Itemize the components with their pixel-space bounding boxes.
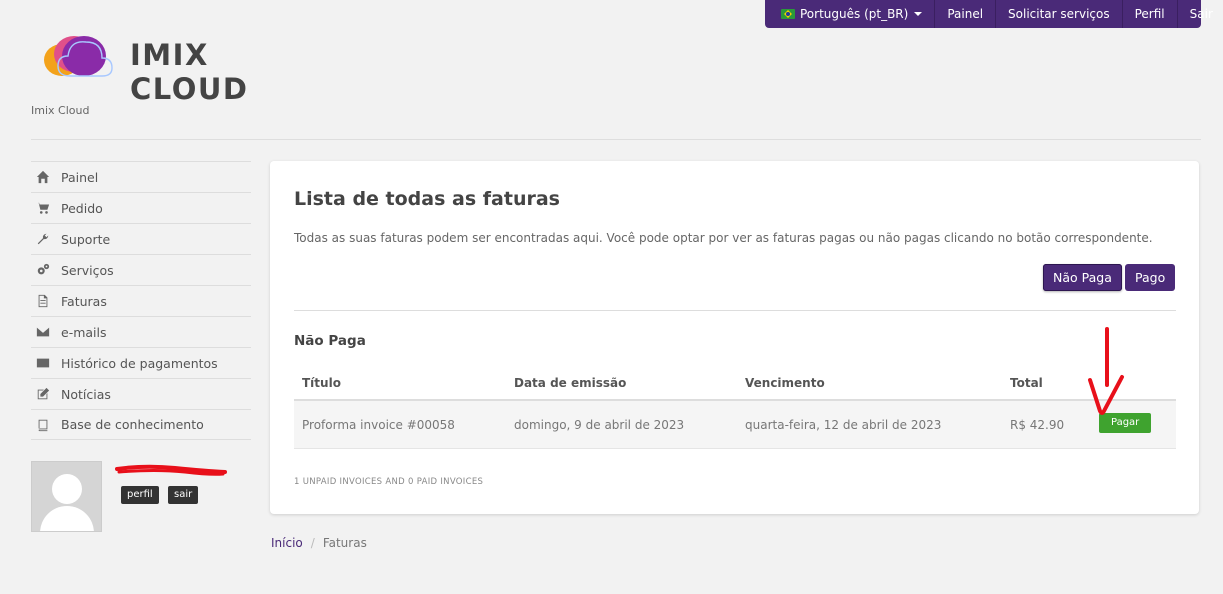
logo-text: IMIX CLOUD	[130, 38, 249, 106]
sidebar-item-base-conhecimento[interactable]: Base de conhecimento	[31, 409, 251, 440]
header-title: Título	[302, 376, 341, 390]
invoice-total: R$ 42.90	[1010, 417, 1065, 432]
table-header: Título Data de emissão Vencimento Total	[294, 367, 1176, 401]
sidebar-item-label: Base de conhecimento	[61, 417, 204, 432]
header-total: Total	[1010, 376, 1043, 390]
sidebar-item-servicos[interactable]: Serviços	[31, 254, 251, 285]
credit-card-icon	[34, 356, 52, 370]
cart-icon	[34, 201, 52, 215]
user-box: perfil sair	[31, 461, 261, 533]
sidebar-item-label: Pedido	[61, 200, 103, 216]
sidebar-item-suporte[interactable]: Suporte	[31, 223, 251, 254]
sidebar-item-emails[interactable]: e-mails	[31, 316, 251, 347]
table-row: Proforma invoice #00058 domingo, 9 de ab…	[294, 401, 1176, 449]
caret-down-icon	[914, 12, 923, 16]
sidebar-item-label: Notícias	[61, 386, 111, 402]
header-due: Vencimento	[745, 376, 825, 390]
cloud-logo-icon	[44, 36, 113, 77]
nav-perfil[interactable]: Perfil	[1121, 0, 1177, 28]
page-title: Lista de todas as faturas	[294, 188, 560, 210]
sidebar-item-painel[interactable]: Painel	[31, 161, 251, 192]
avatar-body	[40, 506, 94, 531]
file-icon	[34, 294, 52, 308]
redaction-scribble	[115, 464, 227, 476]
logout-button[interactable]: sair	[168, 486, 199, 504]
annotation-arrow-icon	[1088, 327, 1124, 415]
edit-icon	[34, 387, 52, 401]
envelope-icon	[34, 325, 52, 339]
nav-painel[interactable]: Painel	[934, 0, 995, 28]
brand-logo[interactable]: IMIX CLOUD	[40, 26, 330, 106]
gears-icon	[34, 263, 52, 277]
site-subtitle: Imix Cloud	[31, 104, 90, 117]
sidebar-item-faturas[interactable]: Faturas	[31, 285, 251, 316]
book-icon	[34, 418, 52, 432]
sidebar-item-label: Serviços	[61, 262, 114, 278]
invoices-table: Título Data de emissão Vencimento Total …	[294, 367, 1176, 449]
language-selector[interactable]: Português (pt_BR)	[765, 0, 934, 28]
language-label: Português (pt_BR)	[800, 7, 909, 21]
sidebar-item-pedido[interactable]: Pedido	[31, 192, 251, 223]
invoice-due-date: quarta-feira, 12 de abril de 2023	[745, 417, 942, 432]
sidebar-item-label: Suporte	[61, 231, 111, 247]
profile-button[interactable]: perfil	[121, 486, 159, 504]
sidebar-item-noticias[interactable]: Notícias	[31, 378, 251, 409]
breadcrumb-separator: /	[310, 536, 315, 550]
header-divider	[31, 139, 1201, 140]
section-title: Não Paga	[294, 333, 366, 349]
sidebar-item-label: Painel	[61, 169, 99, 185]
breadcrumb: Início / Faturas	[271, 536, 367, 550]
nav-sair[interactable]: Sair	[1176, 0, 1223, 28]
invoice-issued-date: domingo, 9 de abril de 2023	[514, 417, 685, 432]
brazil-flag-icon	[781, 9, 795, 19]
home-icon	[34, 170, 52, 184]
sidebar-item-label: Histórico de pagamentos	[61, 355, 218, 371]
breadcrumb-home[interactable]: Início	[271, 536, 303, 550]
avatar-head	[52, 474, 82, 504]
sidebar-item-historico-pagamentos[interactable]: Histórico de pagamentos	[31, 347, 251, 378]
invoices-panel: Lista de todas as faturas Todas as suas …	[270, 161, 1199, 514]
sidebar-item-label: Faturas	[61, 293, 107, 309]
breadcrumb-current: Faturas	[322, 536, 367, 550]
panel-divider	[294, 310, 1176, 311]
wrench-icon	[34, 232, 52, 246]
invoice-summary: 1 UNPAID INVOICES AND 0 PAID INVOICES	[294, 477, 484, 487]
avatar	[31, 461, 102, 532]
nav-solicitar-servicos[interactable]: Solicitar serviços	[995, 0, 1122, 28]
top-navbar: Português (pt_BR) Painel Solicitar servi…	[765, 0, 1213, 28]
filter-paid-button[interactable]: Pago	[1125, 264, 1176, 291]
invoice-title[interactable]: Proforma invoice #00058	[302, 418, 455, 432]
filter-unpaid-button[interactable]: Não Paga	[1043, 264, 1122, 291]
sidebar: Painel Pedido Suporte Serviços Faturas e…	[31, 161, 251, 440]
header-issued: Data de emissão	[514, 376, 627, 390]
page-description: Todas as suas faturas podem ser encontra…	[294, 231, 1153, 245]
sidebar-item-label: e-mails	[61, 324, 107, 340]
